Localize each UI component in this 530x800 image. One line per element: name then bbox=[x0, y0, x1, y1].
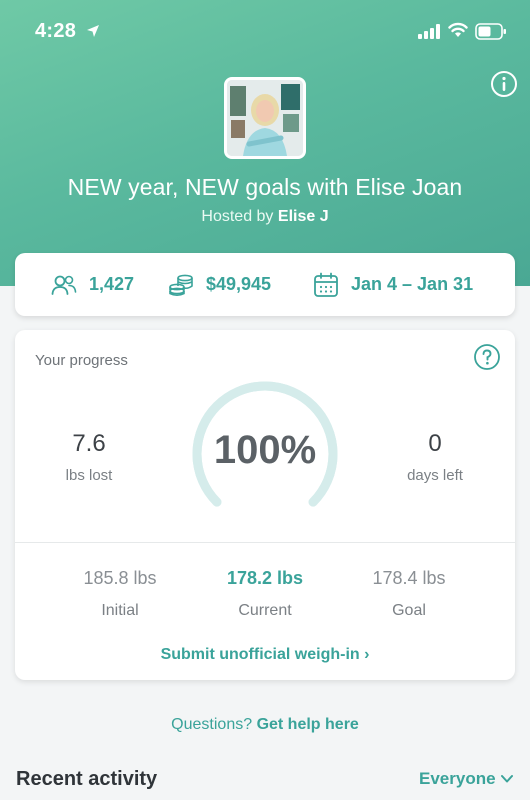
initial-weight-label: Initial bbox=[101, 602, 139, 619]
participants-count: 1,427 bbox=[89, 274, 135, 294]
chevron-down-icon[interactable] bbox=[500, 774, 514, 784]
get-help-link[interactable]: Get help here bbox=[257, 716, 359, 733]
dates-stat[interactable]: Jan 4 – Jan 31 bbox=[313, 253, 473, 316]
status-time: 4:28 bbox=[35, 20, 77, 42]
help-line: Questions? Get help here bbox=[0, 716, 530, 734]
info-icon[interactable] bbox=[490, 70, 518, 98]
progress-divider bbox=[15, 542, 515, 543]
current-weight-unit: lbs bbox=[277, 568, 304, 588]
host-photo bbox=[227, 80, 303, 156]
recent-activity-heading: Recent activity bbox=[16, 768, 158, 790]
pot-amount: $49,945 bbox=[206, 274, 272, 294]
host-avatar[interactable] bbox=[224, 77, 306, 159]
initial-weight: 185.8 lbs bbox=[50, 568, 190, 589]
challenge-stats-card: 1,427 $49,945 Jan 4 – Jan 31 bbox=[15, 253, 515, 316]
current-weight-label: Current bbox=[238, 602, 292, 619]
days-left-label: days left bbox=[407, 467, 463, 484]
wifi-icon bbox=[448, 22, 468, 37]
initial-weight-value: 185.8 bbox=[83, 568, 129, 588]
progress-percent: 100% bbox=[213, 428, 317, 472]
challenge-title: NEW year, NEW goals with Elise Joan bbox=[67, 174, 463, 200]
calendar-icon bbox=[314, 272, 338, 297]
pot-stat[interactable]: $49,945 bbox=[168, 253, 271, 316]
location-arrow-icon bbox=[87, 25, 99, 37]
lbs-lost-label: lbs lost bbox=[65, 467, 113, 484]
coins-icon bbox=[169, 274, 193, 296]
goal-weight: 178.4 lbs bbox=[339, 568, 479, 589]
participants-stat[interactable]: 1,427 bbox=[51, 253, 134, 316]
people-icon bbox=[51, 275, 77, 295]
help-icon[interactable] bbox=[473, 343, 501, 371]
progress-label: Your progress bbox=[35, 352, 128, 369]
help-prefix: Questions? bbox=[171, 716, 253, 733]
lbs-lost-value: 7.6 bbox=[72, 430, 106, 457]
battery-icon bbox=[475, 23, 506, 40]
submit-weigh-in-link[interactable]: Submit unofficial weigh-in › bbox=[15, 646, 515, 664]
current-weight-value: 178.2 bbox=[226, 568, 272, 588]
days-left-value: 0 bbox=[428, 430, 442, 457]
current-weight: 178.2 lbs bbox=[195, 568, 335, 589]
goal-weight-value: 178.4 bbox=[372, 568, 418, 588]
activity-filter-dropdown[interactable]: Everyone bbox=[419, 769, 496, 789]
host-name[interactable]: Elise J bbox=[278, 208, 329, 225]
initial-weight-unit: lbs bbox=[133, 568, 157, 588]
hosted-prefix: Hosted by bbox=[201, 208, 274, 225]
progress-card: Your progress 100% 7.6 lbs lost 0 days l… bbox=[15, 330, 515, 680]
cellular-signal-icon bbox=[418, 24, 440, 39]
goal-weight-label: Goal bbox=[392, 602, 426, 619]
challenge-dates: Jan 4 – Jan 31 bbox=[351, 274, 474, 294]
goal-weight-unit: lbs bbox=[422, 568, 446, 588]
host-line: Hosted by Elise J bbox=[0, 208, 530, 226]
status-bar: 4:28 bbox=[0, 0, 530, 62]
